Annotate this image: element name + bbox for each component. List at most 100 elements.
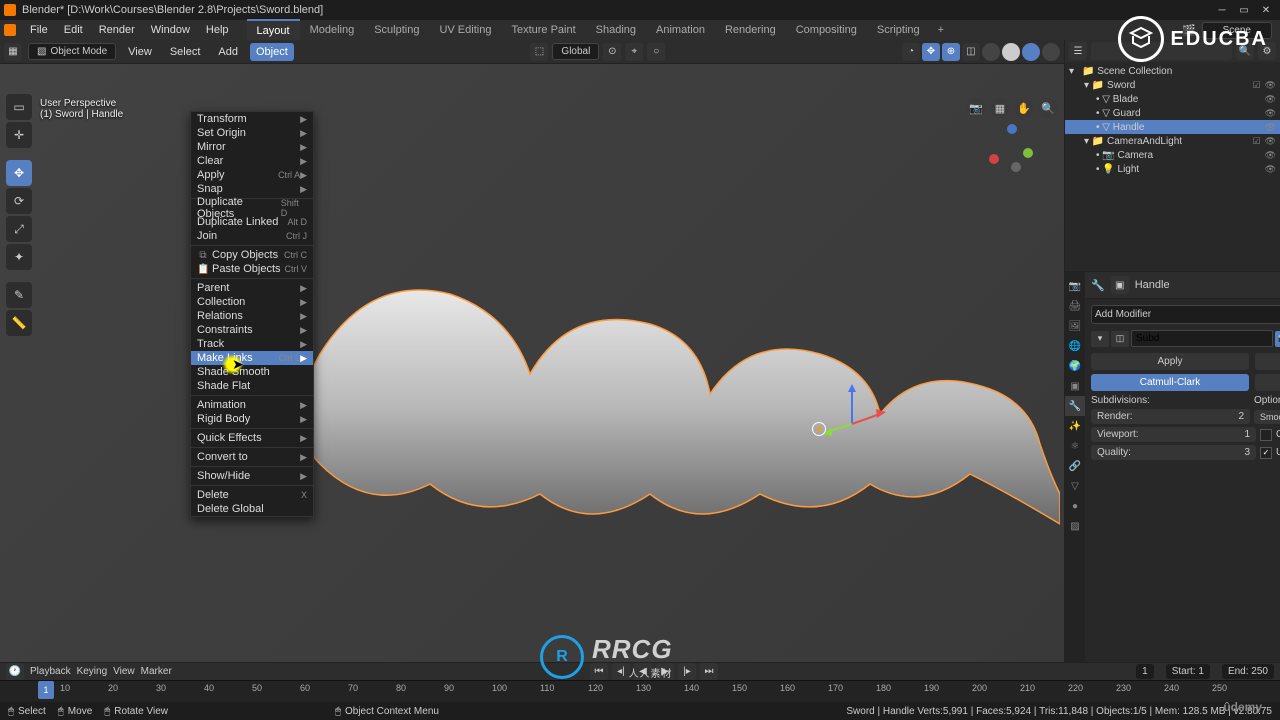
tool-rotate[interactable]: ⟳ xyxy=(6,188,32,214)
camera-view-icon[interactable]: 📷 xyxy=(966,98,986,118)
prop-tab-object[interactable]: ▣ xyxy=(1065,376,1085,396)
shading-lookdev[interactable] xyxy=(1022,43,1040,61)
xray-toggle-icon[interactable]: ◫ xyxy=(962,43,980,61)
uv-smooth-dropdown[interactable]: Smooth, keep corners xyxy=(1254,410,1280,424)
modifier-catmull-button[interactable]: Catmull-Clark xyxy=(1091,374,1249,391)
prop-tab-viewlayer[interactable]: 🖼 xyxy=(1065,316,1085,336)
workspace-add-button[interactable]: + xyxy=(930,20,952,40)
menu-item-delete-global[interactable]: Delete Global xyxy=(191,502,313,516)
menu-item-duplicate-objects[interactable]: Duplicate ObjectsShift D xyxy=(191,201,313,215)
outliner-item-guard[interactable]: • ▽ Guard👁 xyxy=(1065,106,1280,120)
tool-annotate[interactable]: ✎ xyxy=(6,282,32,308)
shading-rendered[interactable] xyxy=(1042,43,1060,61)
prop-tab-modifiers[interactable]: 🔧 xyxy=(1065,396,1085,416)
prop-tab-material[interactable]: ● xyxy=(1065,496,1085,516)
maximize-button[interactable]: ▭ xyxy=(1234,3,1254,17)
menu-item-snap[interactable]: Snap▶ xyxy=(191,182,313,196)
viewport-menu-view[interactable]: View xyxy=(122,43,158,61)
menu-item-mirror[interactable]: Mirror▶ xyxy=(191,140,313,154)
minimize-button[interactable]: ─ xyxy=(1212,3,1232,17)
menu-item-clear[interactable]: Clear▶ xyxy=(191,154,313,168)
outliner-item-cameraandlight[interactable]: ▾ 📁 CameraAndLight☑👁 xyxy=(1065,134,1280,148)
prop-tab-scene[interactable]: 🌐 xyxy=(1065,336,1085,356)
menu-item-relations[interactable]: Relations▶ xyxy=(191,309,313,323)
workspace-tab-shading[interactable]: Shading xyxy=(586,20,646,40)
orientation-icon[interactable]: ⬚ xyxy=(530,43,548,61)
menu-item-join[interactable]: JoinCtrl J xyxy=(191,229,313,243)
viewport-menu-object[interactable]: Object xyxy=(250,43,294,61)
menu-item-set-origin[interactable]: Set Origin▶ xyxy=(191,126,313,140)
tool-cursor[interactable]: ✛ xyxy=(6,122,32,148)
modifier-apply-button[interactable]: Apply xyxy=(1091,353,1249,370)
modifier-copy-button[interactable]: Copy xyxy=(1255,353,1280,370)
menu-item-copy-objects[interactable]: ⧉ Copy ObjectsCtrl C xyxy=(191,248,313,262)
start-frame-field[interactable]: Start: 1 xyxy=(1166,664,1210,679)
pan-icon[interactable]: ✋ xyxy=(1014,98,1034,118)
gizmo-toggle-icon[interactable]: ✥ xyxy=(922,43,940,61)
workspace-tab-layout[interactable]: Layout xyxy=(247,19,300,41)
timeline-keying-menu[interactable]: Keying xyxy=(77,666,108,677)
timeline-view-menu[interactable]: View xyxy=(113,666,135,677)
menu-item-animation[interactable]: Animation▶ xyxy=(191,398,313,412)
use-creases-checkbox[interactable] xyxy=(1260,447,1272,459)
tool-transform[interactable]: ✦ xyxy=(6,244,32,270)
prop-tab-render[interactable]: 📷 xyxy=(1065,276,1085,296)
modifier-name-field[interactable] xyxy=(1131,330,1273,347)
menu-item-duplicate-linked[interactable]: Duplicate LinkedAlt D xyxy=(191,215,313,229)
menu-item-delete[interactable]: DeleteX xyxy=(191,488,313,502)
tool-scale[interactable]: ⤢ xyxy=(6,216,32,242)
current-frame-field[interactable]: 1 xyxy=(1136,664,1154,679)
menu-item-make-links[interactable]: Make LinksCtrl L▶ xyxy=(191,351,313,365)
end-frame-field[interactable]: End: 250 xyxy=(1222,664,1274,679)
viewport-menu-add[interactable]: Add xyxy=(212,43,244,61)
workspace-tab-animation[interactable]: Animation xyxy=(646,20,715,40)
prop-tab-particles[interactable]: ✨ xyxy=(1065,416,1085,436)
tool-measure[interactable]: 📏 xyxy=(6,310,32,336)
snap-icon[interactable]: ⌖ xyxy=(625,43,643,61)
menu-item-convert-to[interactable]: Convert to▶ xyxy=(191,450,313,464)
timeline-marker-menu[interactable]: Marker xyxy=(141,666,172,677)
overlay-toggle-icon[interactable]: ⊕ xyxy=(942,43,960,61)
zoom-icon[interactable]: 🔍 xyxy=(1038,98,1058,118)
outliner-scene-collection[interactable]: ▾📁 Scene Collection xyxy=(1065,64,1280,78)
current-frame-marker[interactable]: 1 xyxy=(38,681,54,699)
tool-move[interactable]: ✥ xyxy=(6,160,32,186)
menu-item-shade-smooth[interactable]: Shade Smooth xyxy=(191,365,313,379)
3d-viewport[interactable]: User Perspective (1) Sword | Handle ▭ ✛ … xyxy=(0,64,1064,662)
tool-select-box[interactable]: ▭ xyxy=(6,94,32,120)
menu-help[interactable]: Help xyxy=(198,21,237,39)
prop-tab-physics[interactable]: ⚛ xyxy=(1065,436,1085,456)
orientation-selector[interactable]: Global xyxy=(552,43,599,60)
workspace-tab-modeling[interactable]: Modeling xyxy=(300,20,365,40)
workspace-tab-compositing[interactable]: Compositing xyxy=(786,20,867,40)
workspace-tab-sculpting[interactable]: Sculpting xyxy=(364,20,429,40)
menu-item-track[interactable]: Track▶ xyxy=(191,337,313,351)
workspace-tab-uvediting[interactable]: UV Editing xyxy=(429,20,501,40)
close-button[interactable]: ✕ xyxy=(1256,3,1276,17)
prop-tab-world[interactable]: 🌍 xyxy=(1065,356,1085,376)
prop-tab-texture[interactable]: ▨ xyxy=(1065,516,1085,536)
optimal-display-checkbox[interactable] xyxy=(1260,429,1272,441)
prop-tab-output[interactable]: 🖨 xyxy=(1065,296,1085,316)
menu-window[interactable]: Window xyxy=(143,21,198,39)
menu-item-paste-objects[interactable]: 📋 Paste ObjectsCtrl V xyxy=(191,262,313,276)
prop-tab-mesh[interactable]: ▽ xyxy=(1065,476,1085,496)
modifier-expand-icon[interactable]: ▾ xyxy=(1091,331,1109,347)
menu-item-transform[interactable]: Transform▶ xyxy=(191,112,313,126)
timeline-editor-icon[interactable]: 🕐 xyxy=(6,663,24,681)
proportional-icon[interactable]: ○ xyxy=(647,43,665,61)
perspective-toggle-icon[interactable]: ▦ xyxy=(990,98,1010,118)
editor-type-icon[interactable]: ▦ xyxy=(4,43,22,61)
workspace-tab-rendering[interactable]: Rendering xyxy=(715,20,786,40)
keyframe-next-icon[interactable]: |▸ xyxy=(678,663,696,681)
menu-item-quick-effects[interactable]: Quick Effects▶ xyxy=(191,431,313,445)
outliner-item-handle[interactable]: • ▽ Handle👁 xyxy=(1065,120,1280,134)
timeline-playback-menu[interactable]: Playback xyxy=(30,666,71,677)
modifier-render-toggle[interactable]: 📷 xyxy=(1275,331,1280,347)
menu-item-collection[interactable]: Collection▶ xyxy=(191,295,313,309)
shading-wireframe[interactable] xyxy=(982,43,1000,61)
render-subdivisions-field[interactable]: Render:2 xyxy=(1091,409,1250,424)
add-modifier-dropdown[interactable]: Add Modifier xyxy=(1091,305,1280,324)
shading-solid[interactable] xyxy=(1002,43,1020,61)
outliner-item-blade[interactable]: • ▽ Blade👁 xyxy=(1065,92,1280,106)
